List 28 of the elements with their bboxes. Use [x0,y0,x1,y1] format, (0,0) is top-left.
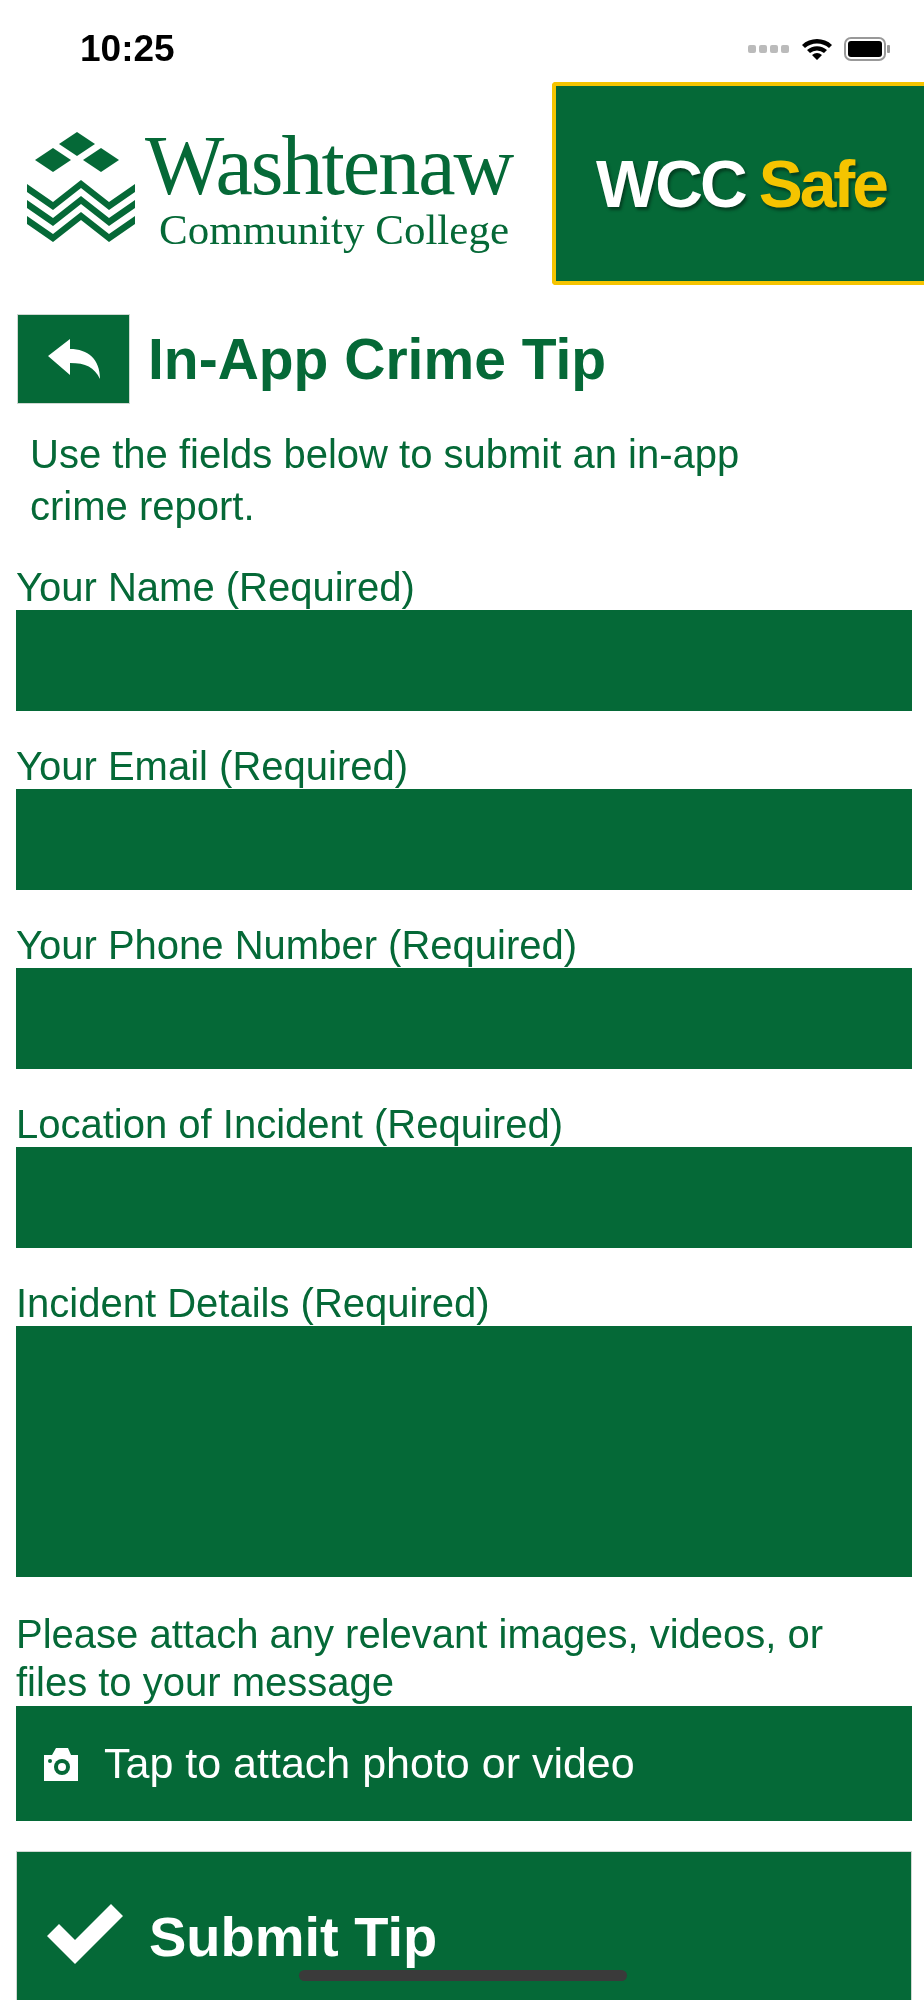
submit-button[interactable]: Submit Tip [16,1851,912,2000]
field-label: Your Email (Required) [16,743,410,789]
field-label: Incident Details (Required) [16,1280,491,1326]
camera-icon [42,1746,80,1781]
battery-icon [844,37,892,61]
input-field[interactable] [16,789,912,890]
college-subtitle: Community College [159,208,510,251]
back-arrow-icon [47,339,100,379]
field-label: Your Name (Required) [16,564,416,610]
attach-prompt: Please attach any relevant images, videos, or files to your message [16,1611,825,1706]
checkmark-icon [47,1904,123,1964]
signal-icon [748,44,790,54]
status-time: 10:25 [80,28,175,70]
app-name: WCC [596,145,745,222]
text-area[interactable] [16,1326,912,1577]
app-name-accent: Safe [758,145,887,222]
input-field[interactable] [16,1147,912,1248]
intro-text: Use the fields below to submit an in-app crime report. [30,431,741,530]
wifi-icon [800,36,834,62]
field-label: Your Phone Number (Required) [16,922,579,968]
college-emblem-icon [25,131,137,244]
page-title: In-App Crime Tip [148,326,607,392]
input-field[interactable] [16,968,912,1069]
attach-button[interactable]: Tap to attach photo or video [16,1706,912,1821]
input-field[interactable] [16,610,912,711]
back-button[interactable] [17,314,130,404]
college-name: Washtenaw [145,124,513,208]
field-label: Location of Incident (Required) [16,1101,564,1147]
